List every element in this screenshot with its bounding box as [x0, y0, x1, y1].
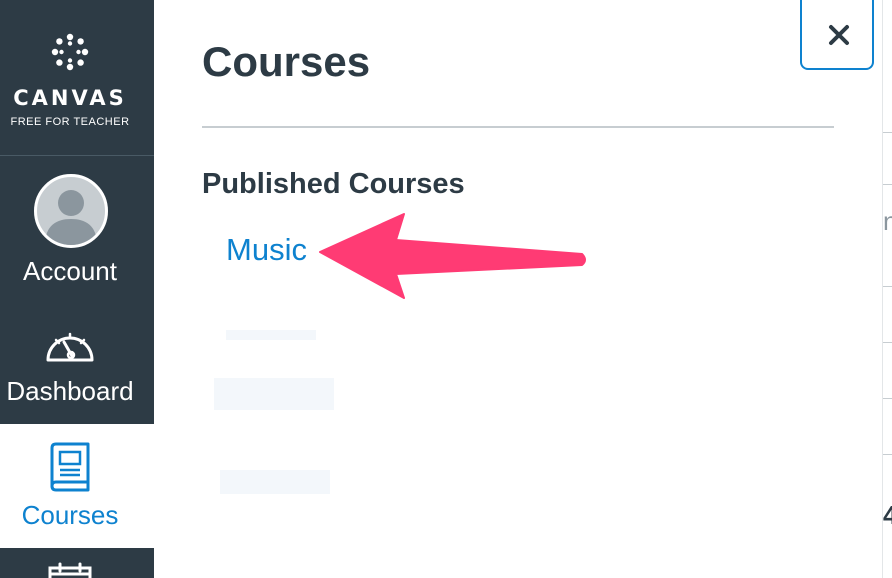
book-icon — [50, 442, 90, 492]
faded-item — [220, 470, 330, 494]
nav-item-courses[interactable]: Courses — [0, 424, 154, 548]
faded-item — [214, 378, 334, 410]
divider — [883, 132, 892, 133]
course-link-music[interactable]: Music — [226, 232, 307, 268]
close-icon — [829, 25, 849, 45]
faded-item — [226, 330, 316, 340]
avatar-icon — [34, 174, 108, 248]
nav-label-dashboard: Dashboard — [6, 376, 134, 406]
brand-subtitle: FREE FOR TEACHER — [10, 116, 130, 128]
nav-item-account[interactable]: Account — [0, 158, 154, 298]
divider — [883, 342, 892, 343]
calendar-icon — [48, 562, 92, 578]
background-text: nt — [883, 206, 892, 236]
nav-label-account: Account — [23, 256, 117, 286]
divider — [883, 286, 892, 287]
divider — [883, 184, 892, 185]
published-courses-heading: Published Courses — [202, 168, 465, 200]
divider — [883, 454, 892, 455]
canvas-logo-icon — [51, 33, 89, 71]
nav-label-courses: Courses — [21, 500, 119, 530]
global-navigation: CANVAS FREE FOR TEACHER Account Dashboar… — [0, 0, 154, 578]
canvas-app: CANVAS FREE FOR TEACHER Account Dashboar… — [0, 0, 892, 578]
close-button[interactable] — [800, 0, 874, 70]
nav-item-calendar[interactable] — [0, 548, 154, 578]
nav-item-dashboard[interactable]: Dashboard — [0, 308, 154, 424]
tray-title: Courses — [202, 38, 371, 85]
brand-name: CANVAS — [13, 86, 127, 110]
dashboard-gauge-icon — [46, 332, 94, 362]
divider — [883, 398, 892, 399]
brand-logo[interactable]: CANVAS FREE FOR TEACHER — [0, 0, 154, 156]
tray-divider — [202, 126, 834, 128]
background-text: 4 — [883, 500, 892, 530]
background-page-edge: nt 4 — [882, 0, 892, 578]
annotation-arrow-icon — [319, 213, 586, 299]
